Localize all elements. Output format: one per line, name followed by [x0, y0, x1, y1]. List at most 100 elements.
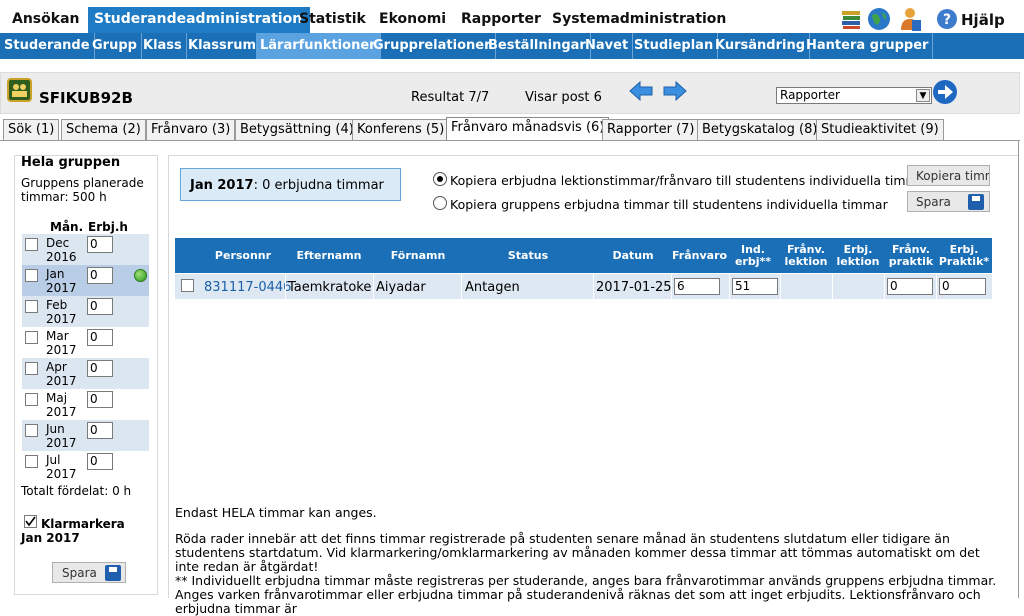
menu-statistik[interactable]: Statistik	[299, 11, 366, 27]
th-erbj-lektion[interactable]: Erbj. lektion	[833, 244, 883, 268]
month-row-bg	[22, 358, 149, 389]
franvaro-input[interactable]: 6	[674, 278, 720, 295]
submenu-grupprelationer[interactable]: Grupprelationer	[369, 33, 496, 59]
radio-copy-group[interactable]	[433, 196, 447, 210]
month-hours-input[interactable]: 0	[87, 453, 113, 470]
th-franv-praktik[interactable]: Frånv. praktik	[885, 244, 937, 268]
cell-fornamn: Aiyadar	[376, 280, 426, 295]
submenu-navet[interactable]: Navet	[581, 33, 634, 59]
month-name: Maj	[46, 391, 68, 405]
menu-studerandeadministration[interactable]: Studerandeadministration	[88, 7, 311, 33]
radio-copy-lessons[interactable]	[433, 172, 447, 186]
copy-hours-label: Kopiera timmar	[916, 169, 989, 183]
month-label: Maj 2017	[46, 391, 77, 419]
arrow-right-icon[interactable]	[663, 80, 687, 102]
month-name: Mar	[46, 329, 69, 343]
menu-systemadministration[interactable]: Systemadministration	[552, 11, 726, 27]
month-hours-input[interactable]: 0	[87, 236, 113, 253]
month-year: 2017	[46, 312, 77, 326]
submenu-studieplan[interactable]: Studieplan	[630, 33, 719, 59]
month-checkbox[interactable]	[25, 300, 38, 313]
month-hours-input[interactable]: 0	[87, 298, 113, 315]
month-summary-text: Jan 2017: 0 erbjudna timmar	[190, 178, 384, 193]
month-checkbox[interactable]	[25, 362, 38, 375]
month-name: Apr	[46, 360, 67, 374]
tab-sok[interactable]: Sök (1)	[3, 119, 60, 140]
month-hours-input[interactable]: 0	[87, 360, 113, 377]
month-checkbox[interactable]	[25, 238, 38, 251]
col-divider	[884, 274, 885, 299]
month-checkbox[interactable]	[25, 424, 38, 437]
th-status[interactable]: Status	[463, 250, 593, 262]
table-header: Personnr Efternamn Förnamn Status Datum …	[175, 238, 992, 273]
th-datum[interactable]: Datum	[593, 250, 673, 262]
tab-rapporter[interactable]: Rapporter (7)	[602, 119, 700, 140]
month-hours-input[interactable]: 0	[87, 422, 113, 439]
th-franv-lektion[interactable]: Frånv. lektion	[781, 244, 831, 268]
franv-praktik-input[interactable]: 0	[887, 278, 933, 295]
content-border	[1018, 140, 1019, 598]
arrow-left-icon[interactable]	[629, 80, 653, 102]
month-year: 2017	[46, 281, 77, 295]
month-hours-input[interactable]: 0	[87, 267, 113, 284]
month-checkbox[interactable]	[25, 269, 38, 282]
tab-schema[interactable]: Schema (2)	[61, 119, 146, 140]
submenu-bestallningar[interactable]: Beställningar	[484, 33, 591, 59]
th-fornamn[interactable]: Förnamn	[375, 250, 461, 262]
submenu-grupp[interactable]: Grupp	[88, 33, 142, 59]
submenu-studerande[interactable]: Studerande	[0, 33, 95, 59]
submenu-kursandring[interactable]: Kursändring	[711, 33, 811, 59]
th-erbj-praktik[interactable]: Erbj. Praktik*	[937, 244, 991, 268]
go-arrow-icon[interactable]	[932, 79, 958, 105]
col-divider	[593, 274, 594, 299]
chevron-down-icon[interactable]: ▼	[916, 89, 930, 102]
user-admin-icon[interactable]	[898, 6, 922, 32]
tab-betygskatalog[interactable]: Betygskatalog (8)	[697, 119, 823, 140]
month-summary-box: Jan 2017: 0 erbjudna timmar	[180, 168, 401, 201]
copy-hours-button[interactable]: Kopiera timmar	[907, 165, 990, 186]
help-link[interactable]: Hjälp	[961, 11, 1005, 29]
total-allocated: Totalt fördelat: 0 h	[21, 484, 132, 498]
row-checkbox[interactable]	[181, 279, 194, 292]
tab-divider	[0, 140, 1020, 141]
month-hours-input[interactable]: 0	[87, 329, 113, 346]
menu-ekonomi[interactable]: Ekonomi	[379, 11, 446, 27]
th-ind-erbj[interactable]: Ind. erbj**	[731, 244, 775, 268]
submenu-klassrum[interactable]: Klassrum	[184, 33, 261, 59]
ind-erbj-input[interactable]: 51	[732, 278, 778, 295]
left-save-button[interactable]: Spara	[52, 562, 126, 583]
save-button[interactable]: Spara	[907, 191, 990, 212]
month-checkbox[interactable]	[25, 393, 38, 406]
submenu-klass[interactable]: Klass	[139, 33, 187, 59]
cell-status: Antagen	[465, 280, 520, 295]
books-icon[interactable]	[840, 8, 862, 30]
th-franvaro[interactable]: Frånvaro	[672, 250, 727, 262]
radio-selected-dot	[437, 176, 443, 182]
menu-rapporter[interactable]: Rapporter	[461, 11, 541, 27]
help-icon[interactable]: ?	[936, 8, 958, 30]
record-header: SFIKUB92B Resultat 7/7 Visar post 6 Rapp…	[0, 72, 1020, 114]
month-label: Dec 2016	[46, 236, 77, 264]
submenu-hantera-grupper[interactable]: Hantera grupper	[802, 33, 934, 59]
month-year: 2017	[46, 405, 77, 419]
menu-ansokan[interactable]: Ansökan	[12, 11, 79, 27]
globe-icon[interactable]	[867, 7, 891, 31]
save-icon	[968, 194, 984, 210]
tab-betygsattning[interactable]: Betygsättning (4)	[235, 119, 359, 140]
erbj-praktik-input[interactable]: 0	[939, 278, 986, 295]
th-personnr[interactable]: Personnr	[203, 250, 283, 262]
personnr-link[interactable]: 831117-0446	[204, 280, 291, 295]
month-row-bg	[22, 265, 149, 296]
month-hours-input[interactable]: 0	[87, 391, 113, 408]
tab-studieaktivitet[interactable]: Studieaktivitet (9)	[816, 119, 944, 140]
tab-konferens[interactable]: Konferens (5)	[352, 119, 450, 140]
th-efternamn[interactable]: Efternamn	[285, 250, 373, 262]
submenu-lararfunktioner[interactable]: Lärarfunktioner	[256, 33, 381, 59]
klarmarkera-checkbox[interactable]	[24, 515, 37, 528]
month-name: Dec	[46, 236, 70, 250]
tab-franvaro[interactable]: Frånvaro (3)	[146, 119, 236, 140]
month-checkbox[interactable]	[25, 455, 38, 468]
tab-franvaro-manadsvis[interactable]: Frånvaro månadsvis (6)	[446, 117, 610, 141]
month-checkbox[interactable]	[25, 331, 38, 344]
report-select[interactable]: Rapporter ▼	[776, 87, 932, 104]
